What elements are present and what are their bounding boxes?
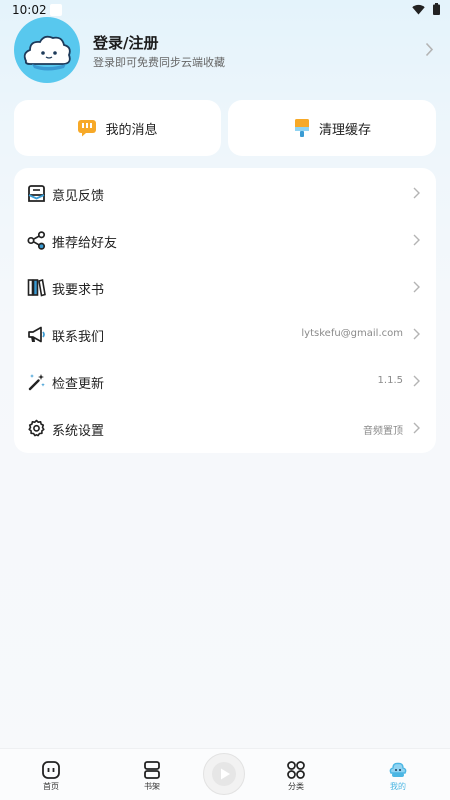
- message-icon: [78, 120, 97, 137]
- tab-home-label: 首页: [43, 782, 59, 791]
- settings-value: 音频置顶: [363, 426, 403, 437]
- broom-icon: [294, 119, 309, 137]
- megaphone-icon: [28, 326, 45, 343]
- tab-home[interactable]: 首页: [21, 749, 81, 800]
- my-messages-label: 我的消息: [105, 122, 158, 138]
- app-version: 1.1.5: [377, 375, 403, 386]
- menu-item-request-book[interactable]: 我要求书: [14, 264, 436, 310]
- gear-icon: [28, 419, 45, 437]
- menu-label-check-update: 检查更新: [52, 377, 105, 392]
- tab-profile-label: 我的: [390, 782, 406, 791]
- tab-category-label: 分类: [288, 782, 304, 791]
- tab-category[interactable]: 分类: [266, 749, 326, 800]
- status-icons: [412, 3, 440, 15]
- menu-item-contact[interactable]: 联系我们 lytskefu@gmail.com: [14, 311, 436, 357]
- clear-cache-button[interactable]: 清理缓存: [228, 100, 436, 156]
- menu-item-check-update[interactable]: 检查更新 1.1.5: [14, 358, 436, 404]
- login-subtitle: 登录即可免费同步云端收藏: [93, 56, 225, 69]
- chevron-right-icon: [413, 234, 420, 246]
- tab-profile[interactable]: 我的: [368, 749, 428, 800]
- login-title[interactable]: 登录/注册: [93, 32, 158, 53]
- menu-label-settings: 系统设置: [52, 424, 105, 439]
- clear-cache-label: 清理缓存: [318, 122, 371, 138]
- menu-item-share[interactable]: 推荐给好友: [14, 217, 436, 263]
- chevron-right-icon: [413, 328, 420, 340]
- menu-label-request-book: 我要求书: [52, 283, 105, 298]
- bookshelf-icon: [144, 761, 160, 779]
- home-icon: [42, 761, 60, 779]
- magic-wand-icon: [28, 374, 45, 391]
- tab-bookshelf[interactable]: 书架: [122, 749, 182, 800]
- play-button[interactable]: [203, 753, 245, 795]
- menu-label-share: 推荐给好友: [52, 236, 118, 251]
- play-icon: [212, 762, 236, 786]
- feedback-icon: [28, 185, 45, 202]
- chevron-right-icon: [413, 375, 420, 387]
- menu-label-contact: 联系我们: [52, 330, 105, 345]
- tab-bookshelf-label: 书架: [144, 782, 160, 791]
- menu-item-feedback[interactable]: 意见反馈: [14, 170, 436, 216]
- share-icon: [27, 231, 46, 250]
- category-icon: [287, 761, 305, 779]
- contact-email: lytskefu@gmail.com: [301, 328, 403, 339]
- cloud-mascot-icon: [23, 35, 71, 71]
- wifi-icon: [412, 4, 425, 14]
- notification-icon: [50, 4, 62, 16]
- chevron-right-icon: [413, 281, 420, 293]
- menu-label-feedback: 意见反馈: [52, 189, 105, 204]
- books-icon: [27, 278, 46, 297]
- settings-menu: 意见反馈 推荐给好友 我要求书 联系我们 lytskefu@gmail.com: [14, 168, 436, 453]
- profile-header[interactable]: 登录/注册 登录即可免费同步云端收藏: [14, 17, 436, 85]
- battery-icon: [433, 3, 440, 15]
- my-messages-button[interactable]: 我的消息: [14, 100, 221, 156]
- menu-item-settings[interactable]: 系统设置 音频置顶: [14, 405, 436, 451]
- status-time: 10:02: [12, 3, 47, 17]
- chevron-right-icon: [413, 422, 420, 434]
- profile-icon: [389, 762, 407, 777]
- avatar[interactable]: [14, 17, 80, 83]
- chevron-right-icon[interactable]: [425, 42, 434, 57]
- chevron-right-icon: [413, 187, 420, 199]
